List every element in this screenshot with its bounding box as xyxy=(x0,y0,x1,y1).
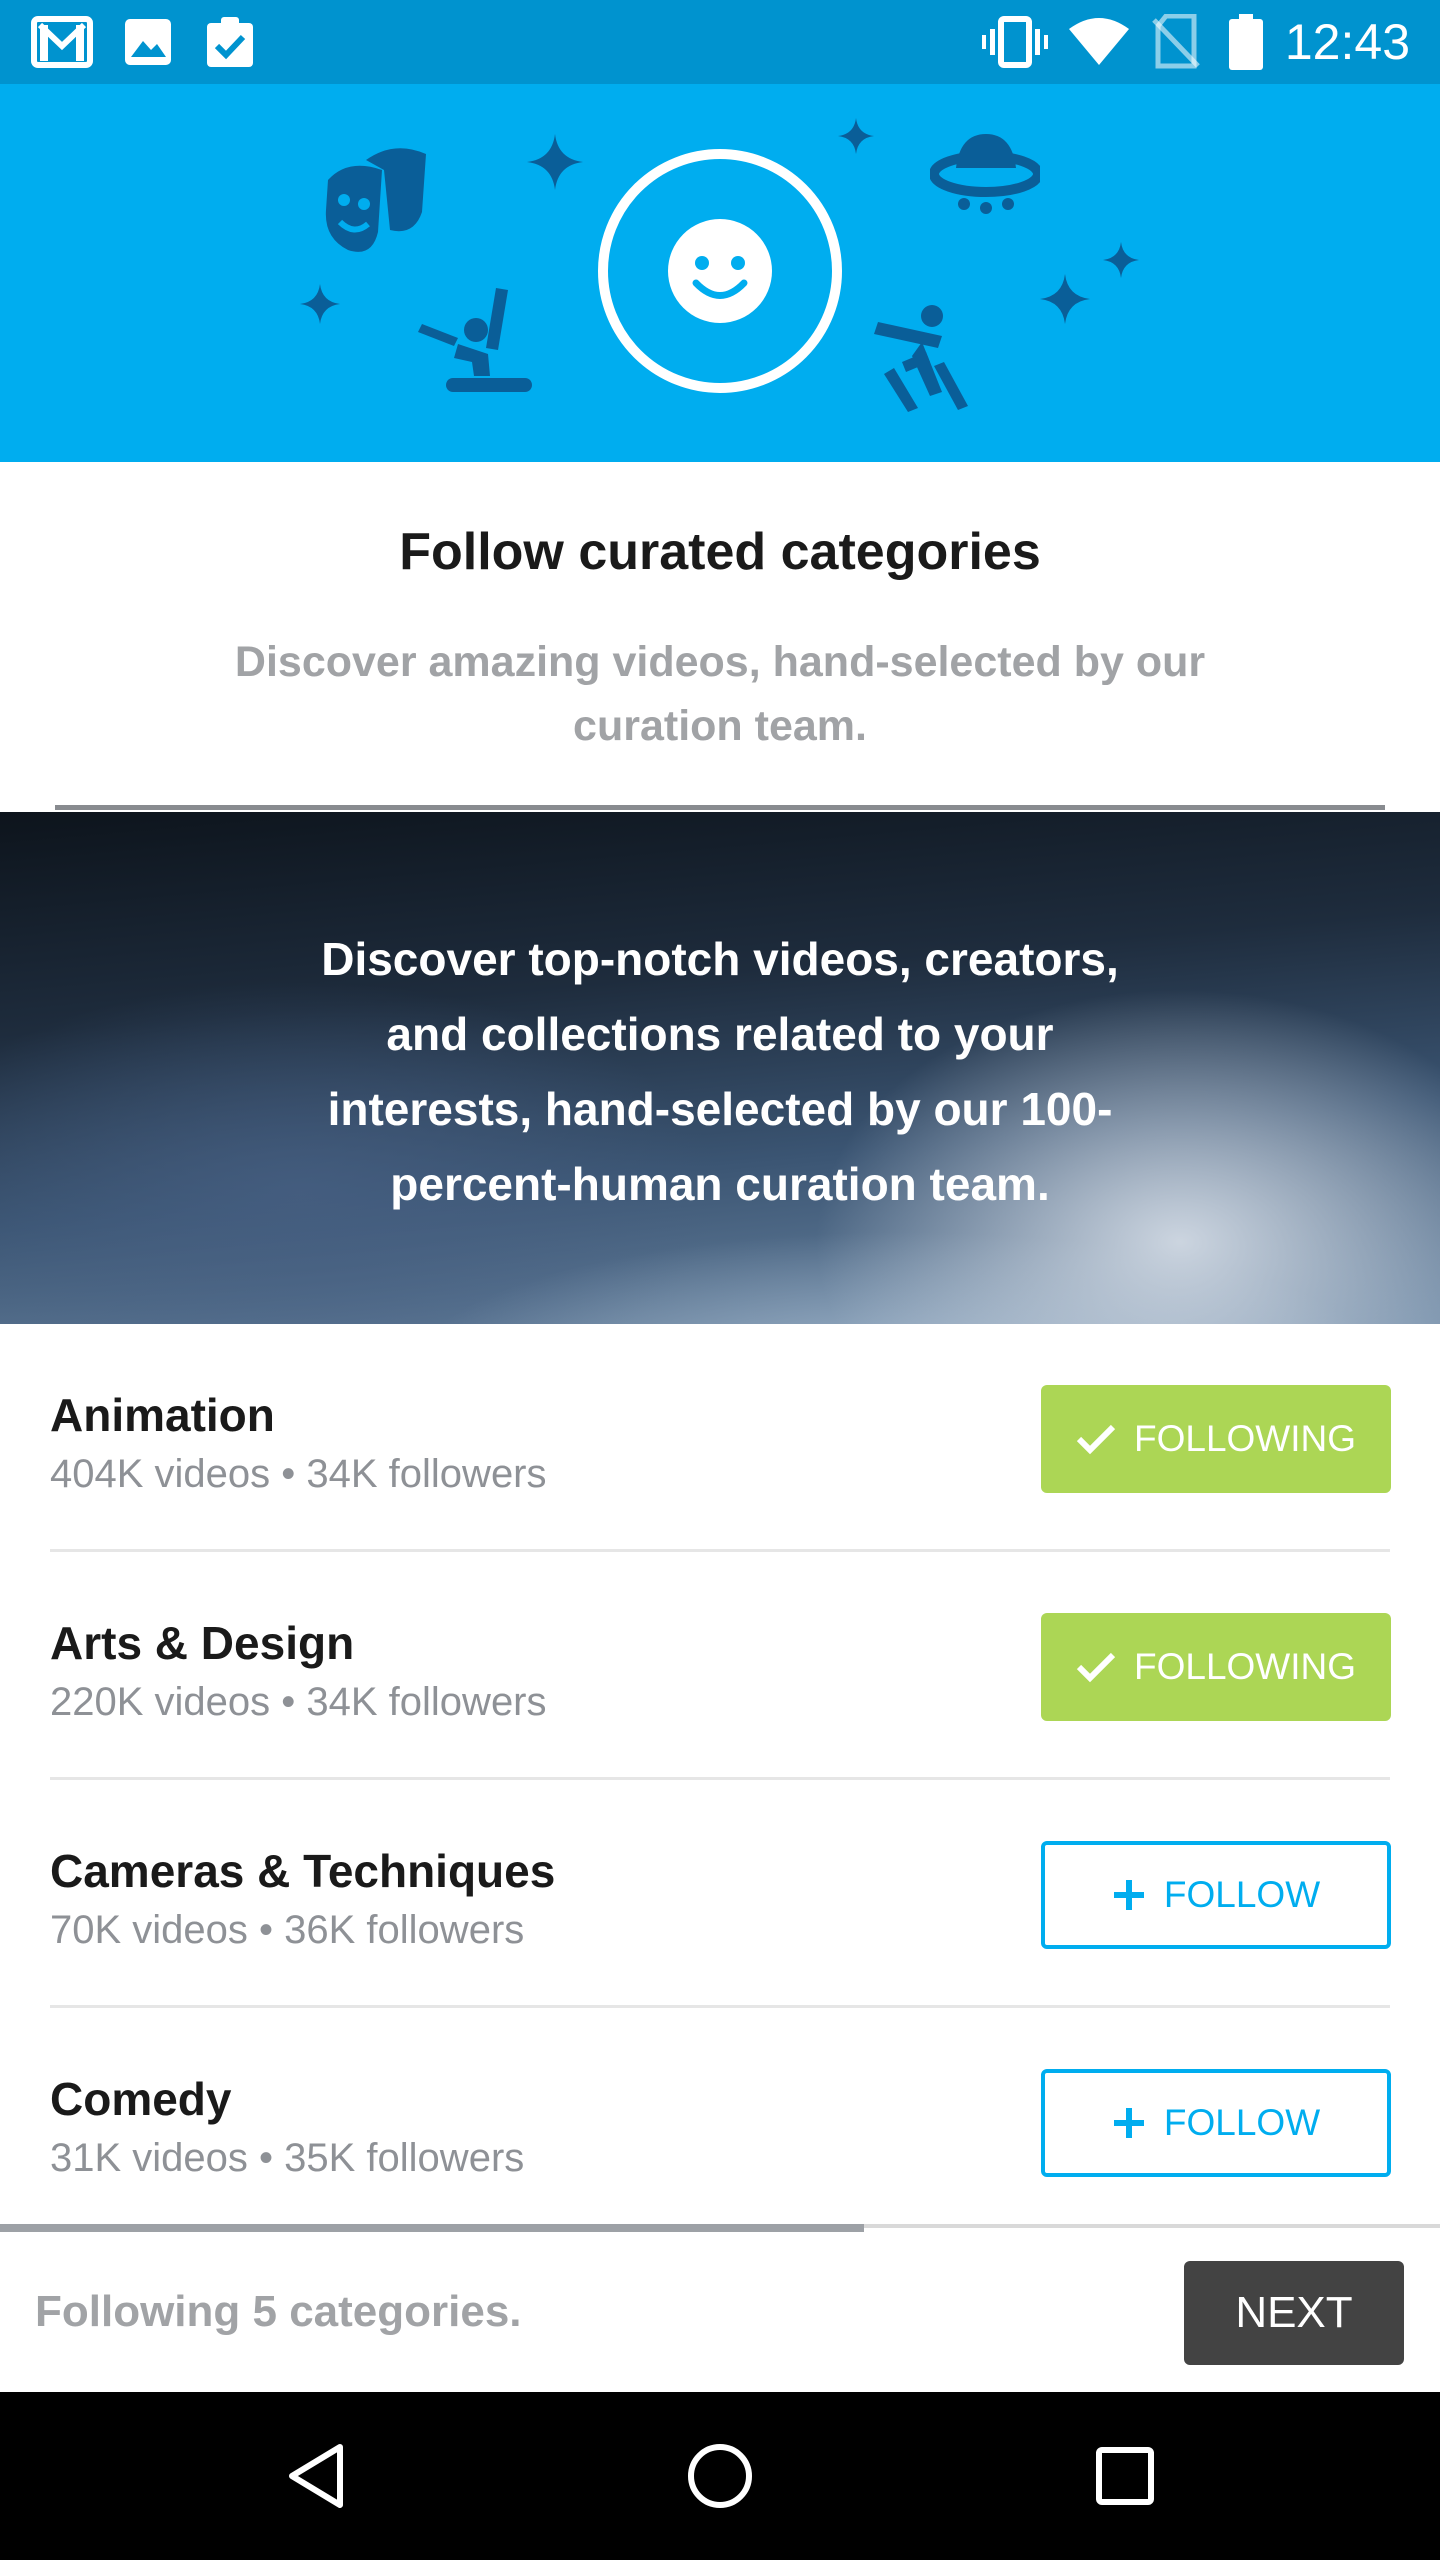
list-item: Arts & Design 220K videos • 34K follower… xyxy=(0,1552,1440,1780)
page-title: Follow curated categories xyxy=(399,523,1041,581)
category-name: Animation xyxy=(50,1389,275,1441)
button-label: FOLLOWING xyxy=(1133,1646,1357,1687)
battery-icon xyxy=(1226,14,1266,70)
bottom-bar: Following 5 categories. NEXT xyxy=(0,2232,1440,2392)
snowboarder-icon xyxy=(418,288,532,392)
button-label: FOLLOWING xyxy=(1133,1418,1357,1459)
following-button[interactable]: FOLLOWING xyxy=(1041,1613,1391,1721)
page-subtitle: Discover amazing videos, hand-selected b… xyxy=(234,638,1206,750)
following-count: Following 5 categories. xyxy=(35,2287,522,2336)
plus-icon xyxy=(1113,2108,1144,2138)
navigation-bar xyxy=(0,2392,1440,2560)
button-label: FOLLOW xyxy=(1163,2102,1321,2143)
category-meta: 31K videos • 35K followers xyxy=(50,2136,525,2180)
recents-icon xyxy=(1096,2447,1154,2505)
sparkle-icon xyxy=(527,134,583,190)
category-meta: 70K videos • 36K followers xyxy=(50,1908,525,1952)
list-item: Animation 404K videos • 34K followers FO… xyxy=(0,1324,1440,1552)
sparkle-icon xyxy=(838,118,874,154)
back-icon xyxy=(289,2444,343,2508)
sparkle-icon xyxy=(1040,274,1090,324)
status-bar: 12:43 xyxy=(0,0,1440,84)
scroll-progress-fill xyxy=(0,2224,864,2232)
category-name: Cameras & Techniques xyxy=(50,1845,556,1897)
intro-section: Follow curated categories Discover amazi… xyxy=(0,462,1440,810)
follow-button[interactable]: FOLLOW xyxy=(1041,1841,1391,1949)
hero-banner xyxy=(0,84,1440,462)
no-sim-icon xyxy=(1148,14,1204,70)
category-meta: 404K videos • 34K followers xyxy=(50,1452,547,1496)
home-icon xyxy=(688,2444,752,2508)
sparkle-icon xyxy=(1103,242,1139,278)
scroll-progress xyxy=(0,2224,1440,2232)
button-label: FOLLOW xyxy=(1163,1874,1321,1915)
following-button[interactable]: FOLLOWING xyxy=(1041,1385,1391,1493)
smiley-face-icon xyxy=(598,149,842,393)
skier-icon xyxy=(874,305,968,412)
clipboard-check-icon xyxy=(202,14,258,70)
list-item: Cameras & Techniques 70K videos • 36K fo… xyxy=(0,1780,1440,2008)
banner-text: Discover top-notch videos, creators, and… xyxy=(321,933,1119,1210)
divider xyxy=(55,805,1385,810)
category-name: Comedy xyxy=(50,2073,232,2125)
wifi-icon xyxy=(1066,14,1132,70)
recents-button[interactable] xyxy=(1025,2392,1225,2560)
follow-button[interactable]: FOLLOW xyxy=(1041,2069,1391,2177)
checkmark-icon xyxy=(1076,1424,1116,1455)
info-banner: Discover top-notch videos, creators, and… xyxy=(0,812,1440,1324)
clock: 12:43 xyxy=(1284,14,1410,70)
plus-icon xyxy=(1113,1880,1144,1910)
image-icon xyxy=(120,14,176,70)
ufo-icon xyxy=(930,134,1040,214)
theater-masks-icon xyxy=(325,148,426,252)
category-name: Arts & Design xyxy=(50,1617,355,1669)
checkmark-icon xyxy=(1076,1652,1116,1683)
back-button[interactable] xyxy=(216,2392,416,2560)
avatar xyxy=(597,148,843,394)
home-button[interactable] xyxy=(620,2392,820,2560)
list-item: Comedy 31K videos • 35K followers FOLLOW xyxy=(0,2008,1440,2224)
gmail-icon xyxy=(30,14,94,70)
next-button[interactable]: NEXT xyxy=(1184,2261,1404,2365)
sparkle-icon xyxy=(300,284,340,324)
vibrate-icon xyxy=(980,14,1050,70)
category-meta: 220K videos • 34K followers xyxy=(50,1680,547,1724)
